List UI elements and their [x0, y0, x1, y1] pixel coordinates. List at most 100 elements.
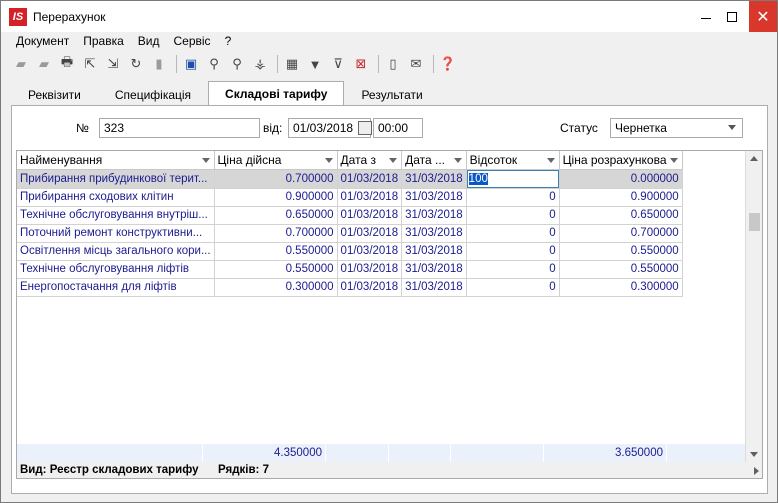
cell-date-from[interactable]: 01/03/2018: [337, 169, 403, 189]
cell-price[interactable]: 0.550000: [214, 242, 338, 261]
close-button[interactable]: ✕: [749, 1, 777, 32]
create-icon[interactable]: ▰: [11, 54, 31, 74]
column-header-date-to[interactable]: Дата ...: [401, 151, 467, 170]
find-icon[interactable]: ⚲: [204, 54, 224, 74]
find-next-icon[interactable]: ⚲: [227, 54, 247, 74]
column-header-calc-price[interactable]: Ціна розрахункова: [559, 151, 683, 170]
clear-filter-icon[interactable]: ⊠: [351, 54, 371, 74]
cell-percent[interactable]: 0: [466, 260, 560, 279]
cell-calc-price[interactable]: 0.550000: [559, 260, 683, 279]
cell-date-from[interactable]: 01/03/2018: [337, 188, 403, 207]
column-header-date-from[interactable]: Дата з: [337, 151, 403, 170]
cell-name[interactable]: Освітлення місць загального кори...: [17, 242, 215, 261]
cell-price[interactable]: 0.650000: [214, 206, 338, 225]
table-row[interactable]: Технічне обслуговування ліфтів 0.550000 …: [17, 260, 683, 279]
cell-date-to[interactable]: 31/03/2018: [401, 242, 467, 261]
column-header-price[interactable]: Ціна дійсна: [214, 151, 338, 170]
filter-settings-icon[interactable]: ⊽: [328, 54, 348, 74]
cell-price[interactable]: 0.900000: [214, 188, 338, 207]
print-icon[interactable]: 🖶: [57, 54, 77, 74]
cell-percent[interactable]: 0: [466, 224, 560, 243]
cell-name[interactable]: Прибирання сходових клітин: [17, 188, 215, 207]
menu-help[interactable]: ?: [218, 34, 239, 48]
minimize-button[interactable]: [693, 1, 719, 32]
cell-date-to[interactable]: 31/03/2018: [401, 278, 467, 297]
cell-name[interactable]: Технічне обслуговування внутріш...: [17, 206, 215, 225]
tab-tariff-components[interactable]: Складові тарифу: [208, 81, 345, 105]
toolbar-separator: [378, 55, 379, 73]
table-row[interactable]: Технічне обслуговування внутріш... 0.650…: [17, 206, 683, 225]
cell-percent[interactable]: 0: [466, 242, 560, 261]
cell-date-from[interactable]: 01/03/2018: [337, 224, 403, 243]
time-field[interactable]: 00:00: [373, 118, 423, 138]
cell-price[interactable]: 0.300000: [214, 278, 338, 297]
cell-percent[interactable]: 0: [466, 188, 560, 207]
document-icon[interactable]: ▯: [383, 54, 403, 74]
table-view-icon[interactable]: ▦: [282, 54, 302, 74]
menu-view[interactable]: Вид: [131, 34, 167, 48]
percent-edit-cell[interactable]: 100: [466, 169, 560, 189]
cell-calc-price[interactable]: 0.700000: [559, 224, 683, 243]
cell-calc-price[interactable]: 0.000000: [559, 169, 683, 189]
cell-calc-price[interactable]: 0.550000: [559, 242, 683, 261]
filter-icon[interactable]: ▼: [305, 54, 325, 74]
tab-results[interactable]: Результати: [344, 83, 439, 105]
table-row[interactable]: Прибирання сходових клітин 0.900000 01/0…: [17, 188, 683, 207]
cell-date-to[interactable]: 31/03/2018: [401, 188, 467, 207]
toolbar-separator: [433, 55, 434, 73]
scrollbar-thumb[interactable]: [749, 213, 760, 231]
export-icon[interactable]: ⇱: [80, 54, 100, 74]
scroll-down-icon[interactable]: [750, 452, 758, 457]
maximize-button[interactable]: [719, 1, 745, 32]
date-label: від:: [263, 121, 283, 135]
menu-edit[interactable]: Правка: [76, 34, 131, 48]
title-bar[interactable]: IS Перерахунок ✕: [1, 1, 777, 32]
tab-content-panel: № 323 від: 01/03/2018 00:00 Статус Черне…: [11, 105, 768, 494]
table-row[interactable]: Поточний ремонт конструктивни... 0.70000…: [17, 224, 683, 243]
number-field[interactable]: 323: [99, 118, 260, 138]
cell-price[interactable]: 0.550000: [214, 260, 338, 279]
cell-date-from[interactable]: 01/03/2018: [337, 242, 403, 261]
cell-date-to[interactable]: 31/03/2018: [401, 260, 467, 279]
mail-icon[interactable]: ✉: [406, 54, 426, 74]
menu-document[interactable]: Документ: [1, 34, 76, 48]
cell-date-to[interactable]: 31/03/2018: [401, 224, 467, 243]
table-row[interactable]: Освітлення місць загального кори... 0.55…: [17, 242, 683, 261]
cell-name[interactable]: Технічне обслуговування ліфтів: [17, 260, 215, 279]
column-header-name[interactable]: Найменування: [17, 151, 215, 170]
menu-service[interactable]: Сервіс: [167, 34, 218, 48]
import-icon[interactable]: ⇲: [103, 54, 123, 74]
cell-calc-price[interactable]: 0.300000: [559, 278, 683, 297]
cell-calc-price[interactable]: 0.650000: [559, 206, 683, 225]
tab-specification[interactable]: Специфікація: [98, 83, 208, 105]
cell-name[interactable]: Прибирання прибудинкової терит...: [17, 169, 215, 189]
cell-name[interactable]: Енергопостачання для ліфтів: [17, 278, 215, 297]
cell-date-from[interactable]: 01/03/2018: [337, 206, 403, 225]
save-icon[interactable]: ▣: [181, 54, 201, 74]
hierarchy-icon[interactable]: ⚶: [250, 54, 270, 74]
column-header-percent[interactable]: Відсоток: [466, 151, 560, 170]
tab-requisites[interactable]: Реквізити: [11, 83, 98, 105]
scroll-right-icon[interactable]: [754, 467, 759, 475]
delete-icon[interactable]: ▮: [149, 54, 169, 74]
cell-date-from[interactable]: 01/03/2018: [337, 278, 403, 297]
scroll-up-icon[interactable]: [750, 156, 758, 161]
copy-icon[interactable]: ▰: [34, 54, 54, 74]
percent-input[interactable]: 100: [466, 169, 559, 187]
status-select[interactable]: Чернетка: [610, 118, 743, 138]
cell-percent[interactable]: 0: [466, 278, 560, 297]
help-icon[interactable]: ❓: [438, 54, 458, 74]
vertical-scrollbar[interactable]: [745, 151, 762, 462]
calendar-icon[interactable]: [358, 121, 372, 135]
cell-price[interactable]: 0.700000: [214, 224, 338, 243]
cell-calc-price[interactable]: 0.900000: [559, 188, 683, 207]
cell-date-to[interactable]: 31/03/2018: [401, 206, 467, 225]
table-row[interactable]: Прибирання прибудинкової терит... 0.7000…: [17, 169, 683, 189]
cell-price[interactable]: 0.700000: [214, 169, 338, 189]
cell-date-from[interactable]: 01/03/2018: [337, 260, 403, 279]
table-row[interactable]: Енергопостачання для ліфтів 0.300000 01/…: [17, 278, 683, 297]
cell-date-to[interactable]: 31/03/2018: [401, 169, 467, 189]
cell-name[interactable]: Поточний ремонт конструктивни...: [17, 224, 215, 243]
cell-percent[interactable]: 0: [466, 206, 560, 225]
refresh-icon[interactable]: ↻: [126, 54, 146, 74]
